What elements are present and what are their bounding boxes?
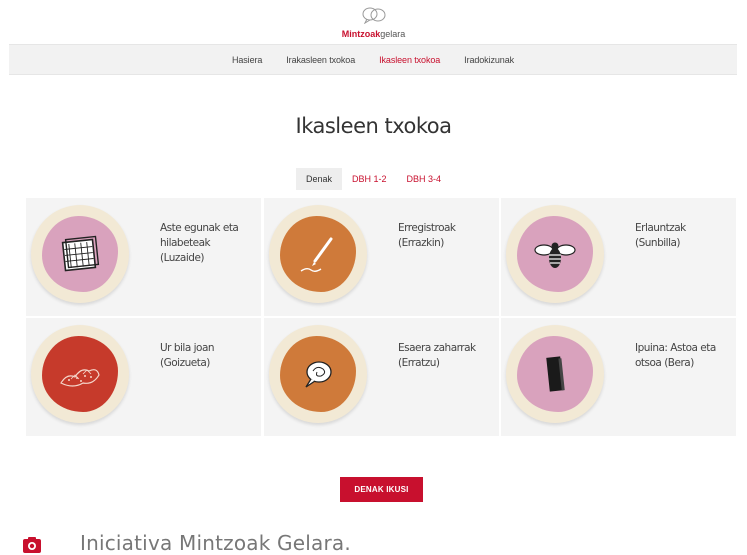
bee-icon bbox=[534, 242, 576, 268]
main-nav: Hasiera Irakasleen txokoa Ikasleen txoko… bbox=[9, 44, 737, 75]
card-erlauntzak[interactable]: Erlauntzak (Sunbilla) bbox=[501, 198, 736, 316]
filter-denak[interactable]: Denak bbox=[295, 168, 342, 190]
card-esaera-zaharrak[interactable]: Esaera zaharrak (Erratzu) bbox=[264, 318, 499, 436]
card-title[interactable]: Esaera zaharrak (Erratzu) bbox=[398, 341, 493, 371]
nav-item-hasiera[interactable]: Hasiera bbox=[220, 55, 274, 65]
card-image bbox=[31, 325, 129, 423]
card-erregistroak[interactable]: Erregistroak (Errazkin) bbox=[264, 198, 499, 316]
card-title[interactable]: Ipuina: Astoa eta otsoa (Bera) bbox=[635, 341, 730, 371]
nav-item-iradokizunak[interactable]: Iradokizunak bbox=[452, 55, 526, 65]
card-title[interactable]: Ur bila joan (Goizueta) bbox=[160, 341, 255, 371]
filter-tabs: Denak DBH 1-2 DBH 3-4 bbox=[0, 168, 747, 190]
filter-dbh-3-4[interactable]: DBH 3-4 bbox=[397, 168, 452, 190]
pencil-icon bbox=[300, 237, 333, 272]
card-image bbox=[506, 205, 604, 303]
card-image bbox=[269, 205, 367, 303]
map-icon bbox=[60, 369, 100, 387]
card-image bbox=[506, 325, 604, 423]
see-all-button[interactable]: DENAK IKUSI bbox=[340, 477, 423, 502]
nav-item-ikasleen-txokoa[interactable]: Ikasleen txokoa bbox=[367, 55, 452, 65]
speech-bubbles-logo-icon bbox=[362, 7, 385, 24]
book-icon bbox=[546, 356, 565, 392]
card-image bbox=[269, 325, 367, 423]
card-ur-bila-joan[interactable]: Ur bila joan (Goizueta) bbox=[26, 318, 261, 436]
site-logo[interactable]: Mintzoakgelara bbox=[0, 6, 747, 42]
card-ipuina[interactable]: Ipuina: Astoa eta otsoa (Bera) bbox=[501, 318, 736, 436]
nav-item-irakasleen-txokoa[interactable]: Irakasleen txokoa bbox=[274, 55, 367, 65]
card-title[interactable]: Aste egunak eta hilabeteak (Luzaide) bbox=[160, 221, 255, 266]
card-image bbox=[31, 205, 129, 303]
speech-bubble-icon bbox=[305, 361, 332, 388]
camera-icon bbox=[23, 537, 41, 553]
footer-text: Iniciativa Mintzoak Gelara. bbox=[80, 531, 351, 555]
card-title[interactable]: Erlauntzak (Sunbilla) bbox=[635, 221, 730, 251]
page-title: Ikasleen txokoa bbox=[295, 114, 452, 139]
calendar-icon bbox=[61, 235, 100, 272]
filter-dbh-1-2[interactable]: DBH 1-2 bbox=[342, 168, 397, 190]
card-aste-egunak[interactable]: Aste egunak eta hilabeteak (Luzaide) bbox=[26, 198, 261, 316]
card-title[interactable]: Erregistroak (Errazkin) bbox=[398, 221, 493, 251]
logo-text: Mintzoakgelara bbox=[341, 29, 406, 39]
